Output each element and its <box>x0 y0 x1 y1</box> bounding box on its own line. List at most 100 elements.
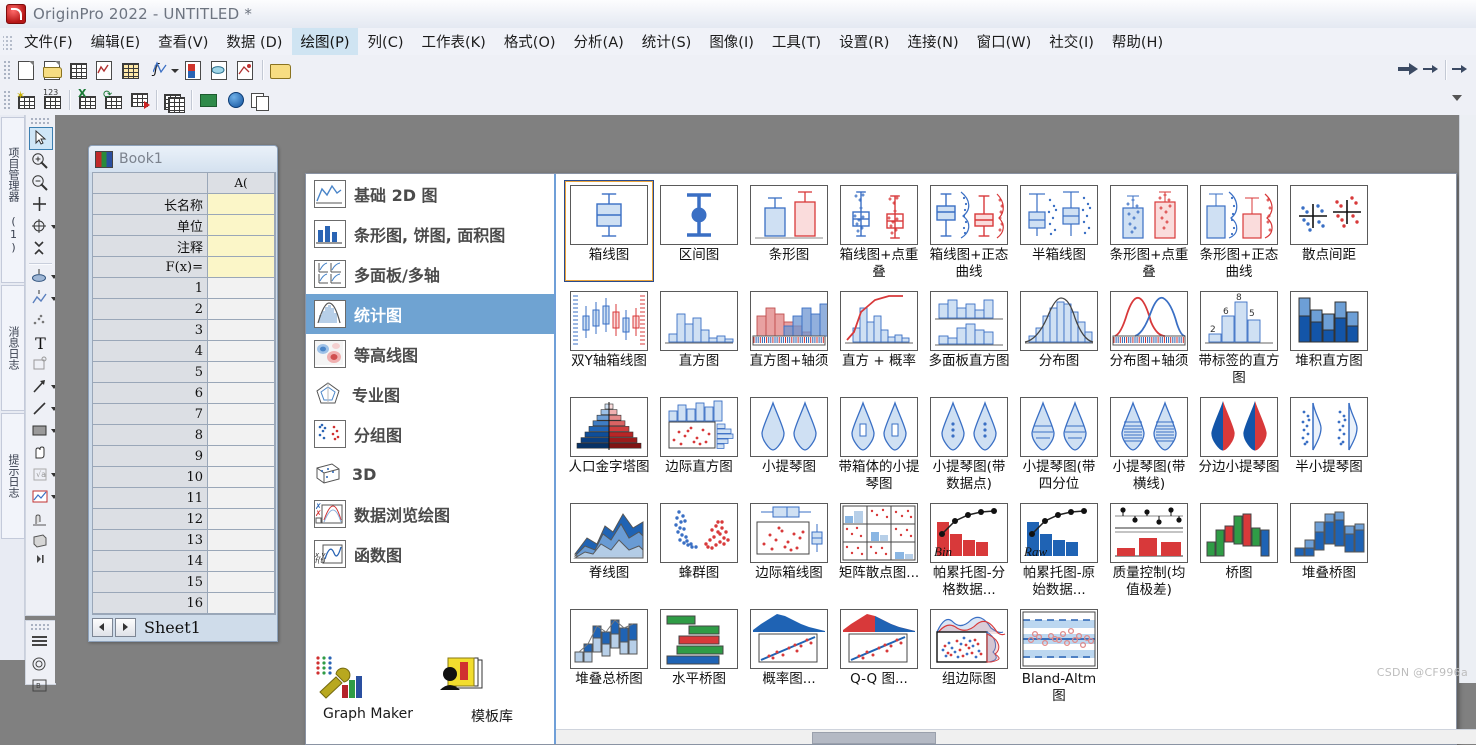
equation-tool-icon[interactable]: √a <box>30 465 57 486</box>
menu-item-8[interactable]: 分析(A) <box>566 28 632 55</box>
menu-item-0[interactable]: 文件(F) <box>16 28 81 55</box>
row-number[interactable]: 13 <box>93 530 208 550</box>
row-number[interactable]: 14 <box>93 551 208 571</box>
web-connector-button[interactable] <box>223 88 247 111</box>
worksheet-header-cell[interactable] <box>208 215 275 235</box>
clone-import-button[interactable] <box>162 88 186 113</box>
plot-type-11[interactable]: 直方图+轴须 <box>744 286 834 388</box>
worksheet-cell[interactable] <box>208 320 275 340</box>
sheet-next-button[interactable] <box>115 617 136 637</box>
plot-type-18[interactable]: 人口金字塔图 <box>564 392 654 494</box>
worksheet-cell[interactable] <box>208 551 275 571</box>
3d-rotate-tool-icon[interactable] <box>30 531 52 552</box>
plot-type-8[interactable]: 散点间距 <box>1284 180 1374 282</box>
zoom-in-tool-icon[interactable] <box>30 151 52 172</box>
plot-type-25[interactable]: 分边小提琴图 <box>1194 392 1284 494</box>
worksheet-cell[interactable] <box>208 341 275 361</box>
plot-category-4[interactable]: 等高线图 <box>306 334 554 374</box>
sidebar-tab-message-log[interactable]: 消息日志 <box>1 285 25 411</box>
fill-color-icon[interactable] <box>30 655 52 676</box>
style-toolbar-grip[interactable] <box>30 623 51 630</box>
vtoolbar-grip[interactable] <box>30 117 51 124</box>
plot-type-5[interactable]: 半箱线图 <box>1014 180 1104 282</box>
new-matrix-button[interactable] <box>118 58 142 81</box>
row-number[interactable]: 5 <box>93 362 208 382</box>
import-database-button[interactable] <box>127 88 151 111</box>
new-workbook-button[interactable] <box>66 58 90 81</box>
plot-type-35[interactable]: 堆叠桥图 <box>1284 498 1374 600</box>
sidebar-tab-project-manager[interactable]: 项目管理器 (1) <box>1 117 25 283</box>
new-notes-button[interactable] <box>207 58 231 81</box>
object-edit-tool-icon[interactable] <box>30 355 52 376</box>
worksheet-cell[interactable] <box>208 446 275 466</box>
plot-type-16[interactable]: 2 6 8 5 带标签的直方图 <box>1194 286 1284 388</box>
menu-item-16[interactable]: 帮助(H) <box>1104 28 1171 55</box>
plot-type-29[interactable]: 边际箱线图 <box>744 498 834 600</box>
worksheet-header-label[interactable]: 注释 <box>93 236 208 256</box>
plot-type-17[interactable]: 堆积直方图 <box>1284 286 1374 388</box>
row-number[interactable]: 8 <box>93 425 208 445</box>
column-header-A[interactable]: A( <box>208 173 275 193</box>
worksheet-cell[interactable] <box>208 572 275 592</box>
worksheet-header-cell[interactable] <box>208 236 275 256</box>
plot-type-21[interactable]: 带箱体的小提琴图 <box>834 392 924 494</box>
plot-type-14[interactable]: 分布图 <box>1014 286 1104 388</box>
plot-type-36[interactable]: 堆叠总桥图 <box>564 604 654 706</box>
worksheet-grid[interactable]: A( 长名称单位注释F(x)= 123456789101112131415161… <box>92 172 276 615</box>
template-library-tool[interactable]: 模板库 <box>430 652 554 726</box>
menu-item-9[interactable]: 统计(S) <box>634 28 700 55</box>
plot-category-9[interactable]: x,y f(t) 函数图 <box>306 534 554 574</box>
worksheet-cell[interactable] <box>208 362 275 382</box>
row-number[interactable]: 2 <box>93 299 208 319</box>
plot-type-13[interactable]: 多面板直方图 <box>924 286 1014 388</box>
zoom-out-tool-icon[interactable] <box>30 173 52 194</box>
new-excel-button[interactable] <box>233 58 257 81</box>
plot-type-30[interactable]: 矩阵散点图... <box>834 498 924 600</box>
plot-type-32[interactable]: Raw 帕累托图-原始数据... <box>1014 498 1104 600</box>
worksheet-header-cell[interactable] <box>208 194 275 214</box>
worksheet-header-label[interactable]: 单位 <box>93 215 208 235</box>
row-number[interactable]: 1 <box>93 278 208 298</box>
database-connector-button[interactable] <box>197 88 221 111</box>
plot-menu-horizontal-scrollbar[interactable] <box>556 729 1476 744</box>
label-style-icon[interactable]: B <box>30 677 52 698</box>
worksheet-header-cell[interactable] <box>208 257 275 277</box>
worksheet-cell[interactable] <box>208 299 275 319</box>
row-number[interactable]: 12 <box>93 509 208 529</box>
line-tool-icon[interactable] <box>30 399 57 420</box>
plot-type-4[interactable]: 箱线图+正态曲线 <box>924 180 1014 282</box>
draw-data-tool-icon[interactable] <box>30 311 52 332</box>
arrow-tool-icon[interactable] <box>30 377 57 398</box>
plot-category-7[interactable]: 3D <box>306 454 554 494</box>
row-number[interactable]: 11 <box>93 488 208 508</box>
worksheet-cell[interactable] <box>208 488 275 508</box>
worksheet-cell[interactable] <box>208 593 275 613</box>
plot-type-7[interactable]: 条形图+正态曲线 <box>1194 180 1284 282</box>
import-excel-button[interactable]: X <box>75 87 99 111</box>
import-single-ascii-button[interactable]: 123 <box>40 88 64 111</box>
worksheet-cell[interactable] <box>208 404 275 424</box>
worksheet-cell[interactable] <box>208 467 275 487</box>
plot-type-41[interactable]: Bland-Altm 图 <box>1014 604 1104 706</box>
plot-type-1[interactable]: 区间图 <box>654 180 744 282</box>
sheet-tab-sheet1[interactable]: Sheet1 <box>138 618 207 637</box>
plot-type-26[interactable]: 半小提琴图 <box>1284 392 1374 494</box>
sheet-prev-button[interactable] <box>92 617 113 637</box>
worksheet-header-label[interactable]: 长名称 <box>93 194 208 214</box>
open-project-button[interactable] <box>268 58 292 81</box>
screen-reader-tool-icon[interactable] <box>30 217 57 238</box>
menu-item-10[interactable]: 图像(I) <box>701 28 762 55</box>
plot-type-10[interactable]: 直方图 <box>654 286 744 388</box>
worksheet-cell[interactable] <box>208 278 275 298</box>
plot-type-27[interactable]: 脊线图 <box>564 498 654 600</box>
plot-type-24[interactable]: 小提琴图(带横线) <box>1104 392 1194 494</box>
plot-category-8[interactable]: ✗ ✗ 数据浏览绘图 <box>306 494 554 534</box>
plot-type-33[interactable]: 质量控制(均值极差) <box>1104 498 1194 600</box>
plot-type-15[interactable]: 分布图+轴须 <box>1104 286 1194 388</box>
plot-type-6[interactable]: 条形图+点重叠 <box>1104 180 1194 282</box>
plot-category-6[interactable]: 分组图 <box>306 414 554 454</box>
worksheet-header-label[interactable]: F(x)= <box>93 257 208 277</box>
new-function-plot-button[interactable]: ƒ <box>144 58 168 81</box>
workspace-scrollbar[interactable] <box>1459 115 1476 683</box>
worksheet-cell[interactable] <box>208 530 275 550</box>
